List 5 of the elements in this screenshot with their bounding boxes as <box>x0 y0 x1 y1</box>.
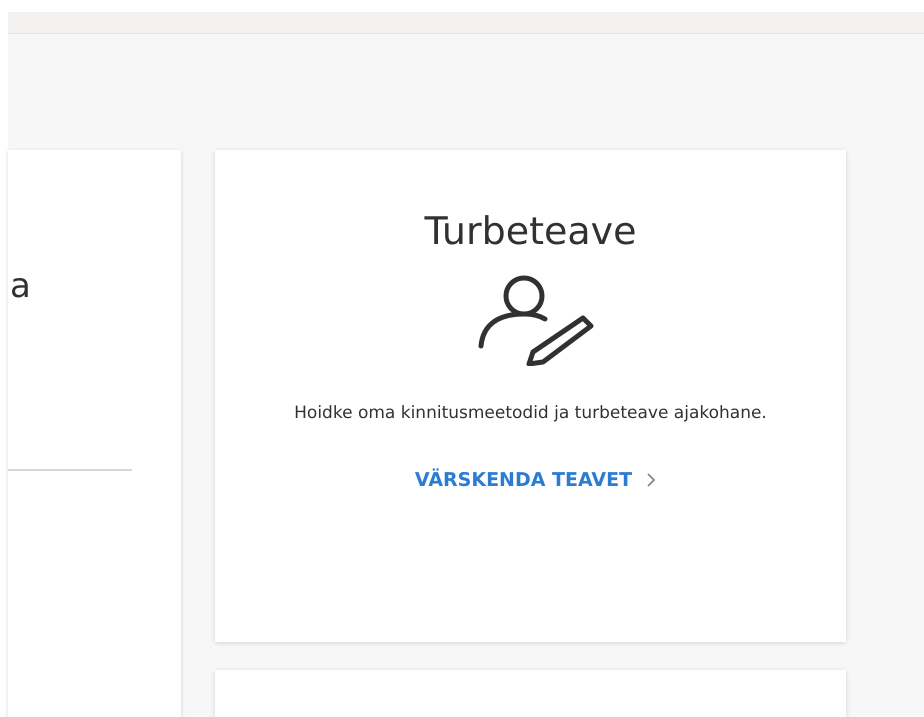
card-title: a <box>9 266 31 306</box>
chevron-right-icon <box>646 472 656 488</box>
card-title: Turbeteave <box>424 208 637 255</box>
update-info-link[interactable]: VÄRSKENDA TEAVET <box>414 469 656 491</box>
card-description: Hoidke oma kinnitusmeetodid ja turbeteave ajakohane. <box>293 402 768 425</box>
